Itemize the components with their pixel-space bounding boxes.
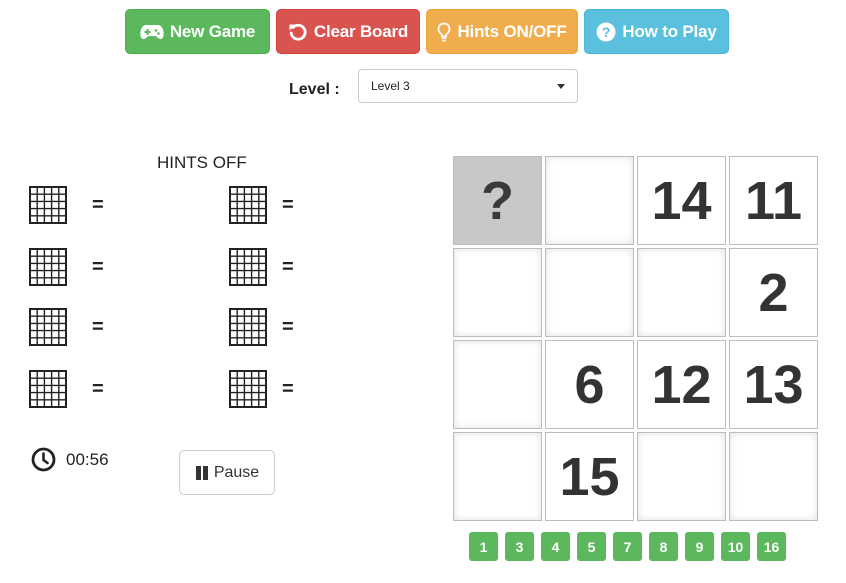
board-tile[interactable]: 11	[729, 156, 818, 245]
new-game-label: New Game	[169, 21, 256, 41]
gamepad-icon	[140, 24, 164, 39]
number-button[interactable]: 8	[649, 532, 678, 561]
hints-status: HINTS OFF	[157, 153, 247, 172]
board-tile-empty[interactable]	[453, 248, 542, 337]
undo-icon	[289, 23, 307, 41]
number-button[interactable]: 3	[505, 532, 534, 561]
game-board: ? 14 11 2 6 12 13 15	[453, 156, 818, 521]
board-tile[interactable]: 13	[729, 340, 818, 429]
new-game-button[interactable]: New Game	[125, 9, 270, 54]
hint-equals: =	[92, 316, 104, 338]
board-tile-empty[interactable]	[545, 156, 634, 245]
number-button[interactable]: 16	[757, 532, 786, 561]
lightbulb-icon	[438, 22, 451, 41]
clear-board-label: Clear Board	[313, 21, 409, 41]
hint-equals: =	[282, 194, 294, 216]
timer-value: 00:56	[66, 449, 109, 469]
grid-icon	[229, 248, 267, 286]
board-tile[interactable]: 15	[545, 432, 634, 521]
hint-equals: =	[282, 256, 294, 278]
board-tile-empty[interactable]	[453, 340, 542, 429]
hint-equals: =	[92, 194, 104, 216]
svg-text:?: ?	[602, 24, 610, 40]
level-select[interactable]: Level 3	[358, 69, 578, 103]
board-tile-selected[interactable]: ?	[453, 156, 542, 245]
number-button[interactable]: 5	[577, 532, 606, 561]
number-button[interactable]: 9	[685, 532, 714, 561]
board-tile-empty[interactable]	[729, 432, 818, 521]
number-palette: 1 3 4 5 7 8 9 10 16	[469, 532, 786, 561]
hint-equals: =	[92, 256, 104, 278]
board-tile[interactable]: 12	[637, 340, 726, 429]
pause-icon	[195, 465, 208, 480]
chevron-down-icon	[557, 83, 565, 89]
how-to-play-label: How to Play	[622, 21, 717, 41]
level-label: Level :	[289, 81, 340, 98]
number-button[interactable]: 1	[469, 532, 498, 561]
board-tile[interactable]: 6	[545, 340, 634, 429]
number-button[interactable]: 7	[613, 532, 642, 561]
toolbar: New Game Clear Board Hints ON/OFF ? How …	[125, 9, 729, 54]
board-tile-empty[interactable]	[453, 432, 542, 521]
timer: 00:56	[31, 447, 109, 472]
board-tile-empty[interactable]	[637, 248, 726, 337]
board-tile[interactable]: 2	[729, 248, 818, 337]
board-tile-empty[interactable]	[545, 248, 634, 337]
board-tile-empty[interactable]	[637, 432, 726, 521]
grid-icon	[229, 370, 267, 408]
pause-label: Pause	[213, 463, 260, 481]
grid-icon	[29, 186, 67, 224]
hints-toggle-label: Hints ON/OFF	[457, 21, 567, 41]
pause-button[interactable]: Pause	[179, 450, 275, 495]
question-circle-icon: ?	[596, 22, 616, 41]
hints-toggle-button[interactable]: Hints ON/OFF	[426, 9, 578, 54]
grid-icon	[229, 308, 267, 346]
grid-icon	[29, 248, 67, 286]
clear-board-button[interactable]: Clear Board	[276, 9, 420, 54]
hint-equals: =	[282, 316, 294, 338]
grid-icon	[29, 370, 67, 408]
clock-icon	[31, 447, 56, 472]
grid-icon	[229, 186, 267, 224]
how-to-play-button[interactable]: ? How to Play	[584, 9, 729, 54]
level-selected-value: Level 3	[371, 79, 410, 93]
board-tile[interactable]: 14	[637, 156, 726, 245]
hint-equals: =	[282, 378, 294, 400]
number-button[interactable]: 4	[541, 532, 570, 561]
grid-icon	[29, 308, 67, 346]
number-button[interactable]: 10	[721, 532, 750, 561]
hint-equals: =	[92, 378, 104, 400]
